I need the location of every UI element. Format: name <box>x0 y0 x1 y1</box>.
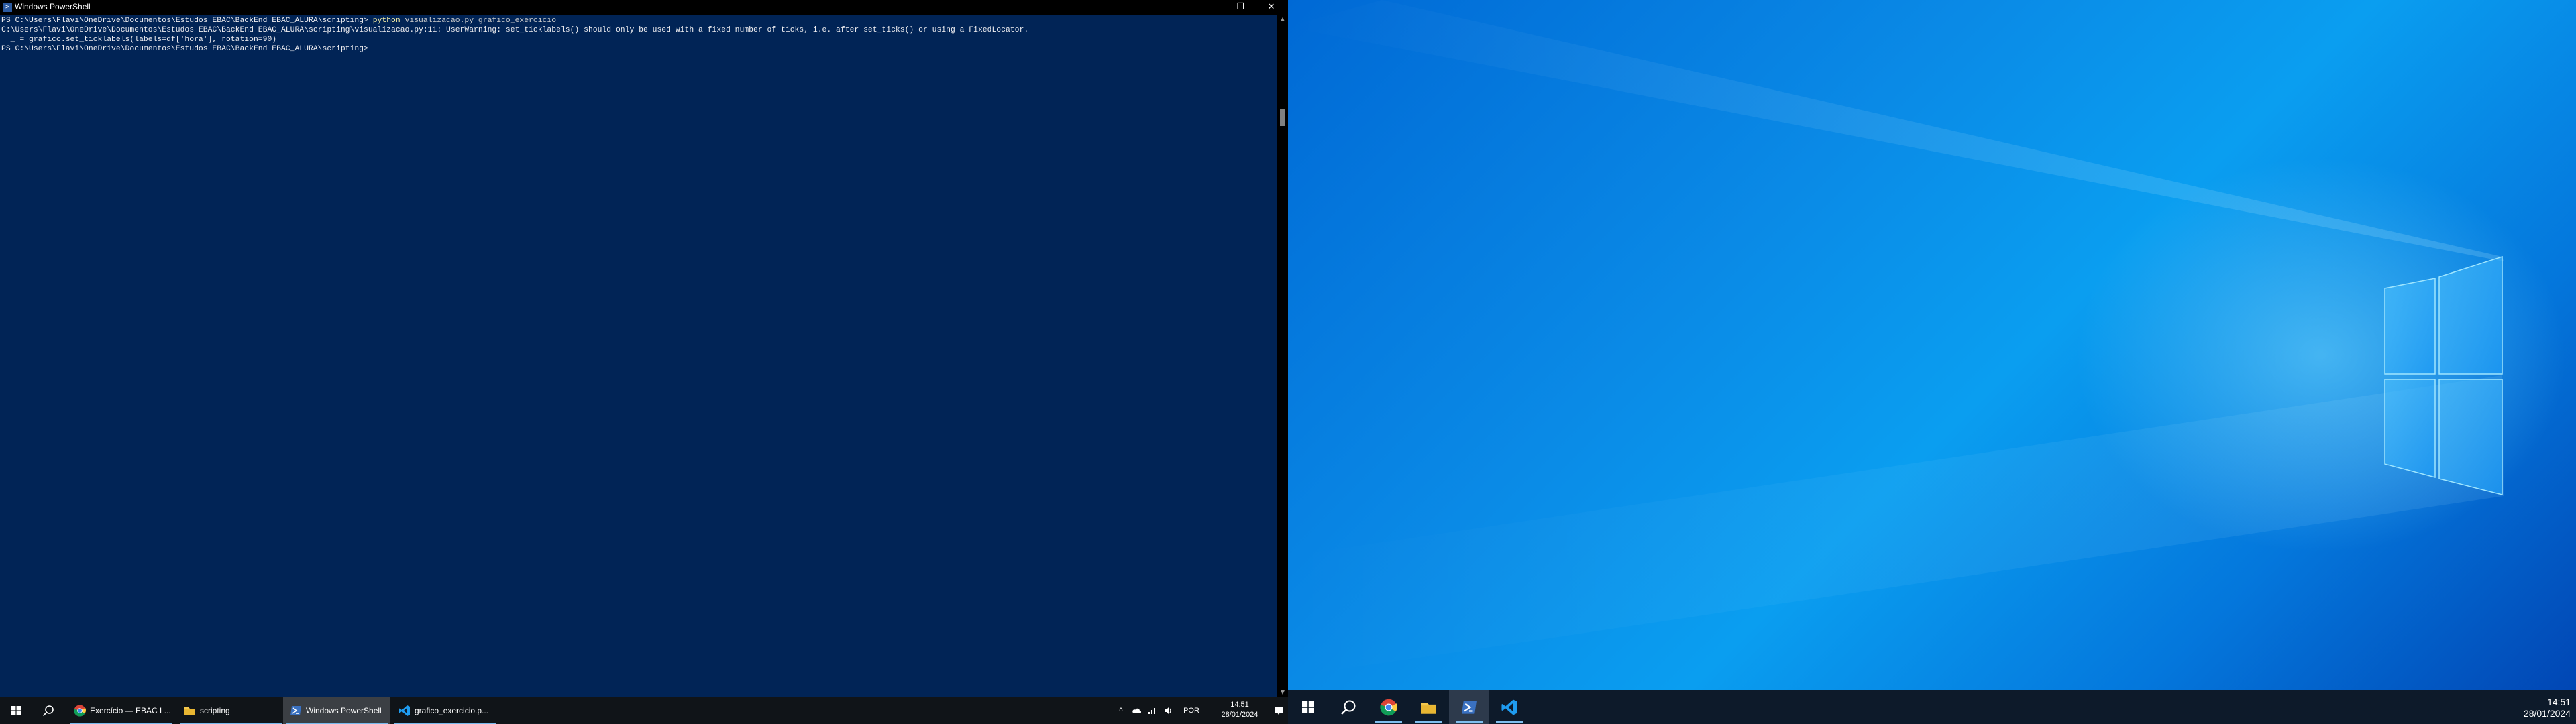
console-line: _ = grafico.set_ticklabels(labels=df['ho… <box>1 36 277 44</box>
notification-center-button[interactable] <box>1269 697 1288 724</box>
console-line: PS C:\Users\Flavi\OneDrive\Documentos\Es… <box>1 16 1277 25</box>
light-beam-bottom <box>1288 375 2504 677</box>
scrollbar-thumb[interactable] <box>1280 109 1285 126</box>
start-button[interactable] <box>1288 690 1328 724</box>
logo-pane-top-right <box>2438 255 2503 375</box>
taskbar-app-chrome[interactable] <box>1368 690 1409 724</box>
clock-date: 28/01/2024 <box>2523 708 2571 719</box>
maximize-button[interactable]: ❐ <box>1225 0 1256 15</box>
light-beam-top <box>1288 0 2504 261</box>
chrome-icon <box>1380 699 1397 716</box>
clock-date: 28/01/2024 <box>1221 711 1258 719</box>
taskbar-app-powershell[interactable]: Windows PowerShell <box>283 697 390 724</box>
right-monitor: 14:51 28/01/2024 <box>1288 0 2576 724</box>
folder-icon <box>184 707 195 715</box>
search-button[interactable] <box>1328 690 1368 724</box>
window-title: Windows PowerShell <box>15 2 91 11</box>
taskbar-app-label: scripting <box>200 706 230 715</box>
prompt-text: PS C:\Users\Flavi\OneDrive\Documentos\Es… <box>1 17 373 25</box>
vscode-icon <box>1501 699 1517 715</box>
vscode-icon <box>399 705 410 716</box>
folder-icon <box>1421 703 1436 714</box>
desktop-wallpaper[interactable] <box>1288 0 2576 690</box>
volume-icon[interactable] <box>1161 697 1177 724</box>
console-line: PS C:\Users\Flavi\OneDrive\Documentos\Es… <box>1 45 373 53</box>
windows-logo-icon <box>11 706 21 715</box>
running-indicator <box>1456 721 1483 723</box>
chrome-icon <box>74 705 86 717</box>
language-indicator[interactable]: POR <box>1178 697 1205 724</box>
taskbar-app-explorer[interactable]: scripting <box>177 697 284 724</box>
console-output[interactable]: PS C:\Users\Flavi\OneDrive\Documentos\Es… <box>0 16 1279 697</box>
left-monitor: > Windows PowerShell — ❐ ✕ PS C:\Users\F… <box>0 0 1288 724</box>
command-keyword: python <box>372 17 400 25</box>
logo-pane-top-left <box>2384 278 2436 375</box>
system-tray: ^ POR 14:51 28/01/2024 <box>1114 697 1288 724</box>
running-indicator <box>1375 721 1402 723</box>
logo-pane-bottom-right <box>2438 379 2503 495</box>
clock-time: 14:51 <box>2546 697 2571 707</box>
network-icon[interactable] <box>1144 697 1161 724</box>
search-button[interactable] <box>32 697 64 724</box>
scroll-down-arrow-icon[interactable]: ▼ <box>1277 688 1288 697</box>
window-titlebar[interactable]: > Windows PowerShell — ❐ ✕ <box>0 0 1288 15</box>
start-button[interactable] <box>0 697 32 724</box>
taskbar-clock[interactable]: 14:51 28/01/2024 <box>2510 697 2571 719</box>
notification-icon <box>1275 707 1283 715</box>
chevron-up-icon[interactable]: ^ <box>1114 697 1128 724</box>
taskbar-app-chrome[interactable]: Exercício — EBAC L... <box>67 697 174 724</box>
powershell-icon <box>290 706 301 715</box>
close-button[interactable]: ✕ <box>1256 0 1287 15</box>
taskbar-app-powershell[interactable] <box>1449 690 1489 724</box>
vertical-scrollbar[interactable]: ▲ ▼ <box>1277 15 1288 697</box>
taskbar-app-label: grafico_exercicio.p... <box>415 706 489 715</box>
taskbar-app-vscode[interactable]: grafico_exercicio.p... <box>392 697 499 724</box>
running-indicator <box>1415 721 1442 723</box>
scroll-up-arrow-icon[interactable]: ▲ <box>1277 15 1288 24</box>
search-icon <box>42 705 54 717</box>
minimize-button[interactable]: — <box>1194 0 1225 15</box>
search-icon <box>1341 700 1356 715</box>
powershell-icon <box>1462 701 1477 714</box>
taskbar-app-label: Exercício — EBAC L... <box>90 706 171 715</box>
clock-time: 14:51 <box>1230 701 1249 709</box>
powershell-window: > Windows PowerShell — ❐ ✕ PS C:\Users\F… <box>0 0 1288 697</box>
logo-pane-bottom-left <box>2384 379 2436 478</box>
console-line: C:\Users\Flavi\OneDrive\Documentos\Estud… <box>1 26 1029 34</box>
windows-logo-icon <box>1302 701 1314 713</box>
taskbar-clock[interactable]: 14:51 28/01/2024 <box>1213 700 1267 720</box>
windows-logo-wallpaper <box>1288 0 2504 677</box>
taskbar-app-vscode[interactable] <box>1489 690 1529 724</box>
taskbar-app-label: Windows PowerShell <box>306 706 382 715</box>
onedrive-icon[interactable] <box>1128 697 1144 724</box>
taskbar-right: 14:51 28/01/2024 <box>1288 690 2576 724</box>
powershell-icon: > <box>3 3 12 12</box>
taskbar-left: Exercício — EBAC L... scripting Windows … <box>0 697 1288 724</box>
running-indicator <box>1496 721 1523 723</box>
command-arguments: visualizacao.py grafico_exercicio <box>400 17 557 25</box>
taskbar-app-explorer[interactable] <box>1409 690 1449 724</box>
